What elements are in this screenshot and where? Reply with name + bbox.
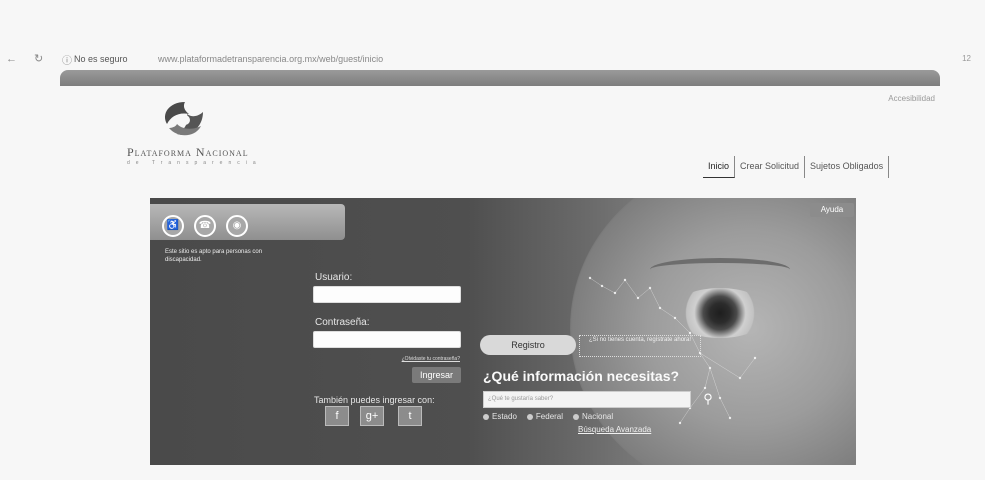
nav-sujetos-obligados[interactable]: Sujetos Obligados <box>805 156 890 178</box>
accessibility-note: Este sitio es apto para personas con dis… <box>165 249 263 263</box>
radio-federal[interactable]: Federal <box>526 412 563 421</box>
search-icon[interactable]: ⚲ <box>698 389 718 409</box>
facebook-button[interactable]: f <box>325 406 349 426</box>
username-label: Usuario: <box>315 272 353 283</box>
accessibility-panel: ♿ ☎ ◉ <box>150 204 345 240</box>
accesibility-link[interactable]: Accesibilidad <box>888 94 935 103</box>
advanced-search-link[interactable]: Búsqueda Avanzada <box>578 425 651 434</box>
password-label: Contraseña: <box>315 317 370 328</box>
google-plus-button[interactable]: g+ <box>360 406 384 426</box>
social-login-label: También puedes ingresar con: <box>314 395 435 405</box>
nav-inicio[interactable]: Inicio <box>703 156 736 178</box>
url-text[interactable]: www.plataformadetransparencia.org.mx/web… <box>158 54 383 64</box>
radio-nacional[interactable]: Nacional <box>573 412 613 421</box>
nav-crear-solicitud[interactable]: Crear Solicitud <box>735 156 806 178</box>
top-nav: Inicio Crear Solicitud Sujetos Obligados <box>703 156 890 178</box>
hearing-icon[interactable]: ☎ <box>194 215 216 237</box>
browser-right-number: 12 <box>962 54 971 63</box>
address-bar: ← ↻ ⓘ No es seguro www.plataformadetrans… <box>0 48 985 70</box>
info-heading: ¿Qué información necesitas? <box>483 368 680 384</box>
help-button[interactable]: Ayuda <box>810 203 854 217</box>
brand-title: Plataforma Nacional <box>127 145 249 159</box>
radio-estado[interactable]: Estado <box>483 412 517 421</box>
password-input[interactable] <box>313 331 461 348</box>
vision-icon[interactable]: ◉ <box>226 215 248 237</box>
brand-subtitle: de Transparencia <box>127 160 262 166</box>
forgot-password-link[interactable]: ¿Olvidaste tu contraseña? <box>370 356 460 362</box>
search-input[interactable]: ¿Qué te gustaría saber? <box>483 391 691 408</box>
back-arrow-icon[interactable]: ← <box>6 53 17 65</box>
reload-icon[interactable]: ↻ <box>34 52 43 65</box>
wheelchair-icon[interactable]: ♿ <box>162 215 184 237</box>
twitter-button[interactable]: t <box>398 406 422 426</box>
page-top-band <box>60 70 940 86</box>
info-icon[interactable]: ⓘ <box>62 52 72 67</box>
scope-radio-group: Estado Federal Nacional <box>483 412 613 421</box>
hero-banner: ♿ ☎ ◉ Este sitio es apto para personas c… <box>150 198 856 465</box>
register-note[interactable]: ¿Si no tienes cuenta, regístrate ahora! <box>579 335 701 357</box>
logo-icon <box>165 102 203 136</box>
register-button[interactable]: Registro <box>480 335 576 355</box>
login-button[interactable]: Ingresar <box>412 367 461 383</box>
security-label: No es seguro <box>74 54 128 64</box>
username-input[interactable] <box>313 286 461 303</box>
